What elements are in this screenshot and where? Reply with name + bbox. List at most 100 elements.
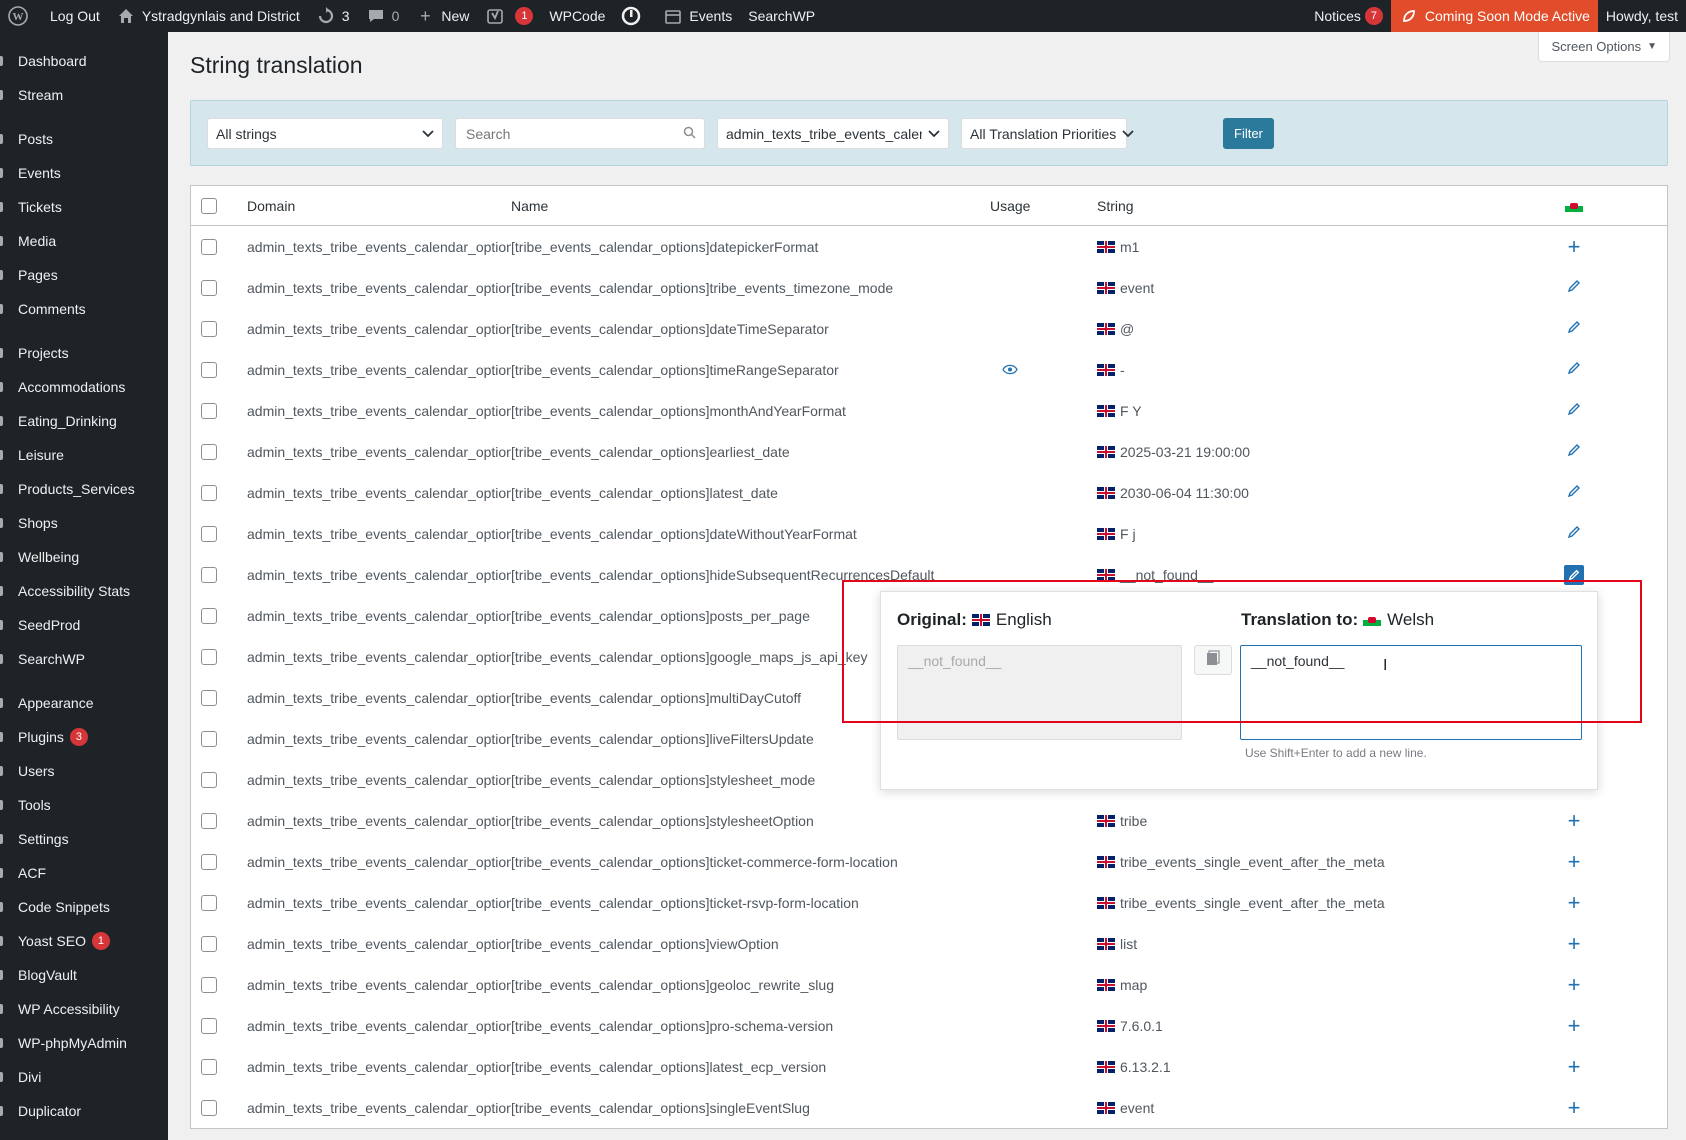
domain-filter-select[interactable]: admin_texts_tribe_events_calendar_ — [717, 118, 949, 149]
edit-translation-icon[interactable] — [1567, 320, 1581, 338]
site-name-link[interactable]: Ystradgynlais and District — [108, 0, 308, 32]
sidebar-item-events[interactable]: Events — [0, 156, 168, 190]
wpcode-link[interactable]: WPCode — [541, 0, 613, 32]
row-checkbox[interactable] — [201, 730, 217, 747]
searchwp-link[interactable]: SearchWP — [740, 0, 823, 32]
edit-translation-icon[interactable] — [1567, 279, 1581, 297]
row-checkbox[interactable] — [201, 443, 217, 460]
row-checkbox[interactable] — [201, 935, 217, 952]
sidebar-item-tools[interactable]: Tools — [0, 788, 168, 822]
edit-translation-icon[interactable] — [1567, 402, 1581, 420]
comments-link[interactable]: 0 — [358, 0, 408, 32]
translation-text-field[interactable] — [1240, 645, 1582, 740]
sidebar-item-wp-phpmyadmin[interactable]: WP-phpMyAdmin — [0, 1026, 168, 1060]
add-translation-icon[interactable]: + — [1568, 891, 1581, 914]
row-checkbox[interactable] — [201, 238, 217, 255]
sidebar-item-dashboard[interactable]: Dashboard — [0, 44, 168, 78]
sidebar-item-duplicator[interactable]: Duplicator — [0, 1094, 168, 1128]
sidebar-item-seedprod[interactable]: SeedProd — [0, 608, 168, 642]
yoast-menu[interactable]: 1 — [477, 0, 541, 32]
edit-translation-icon[interactable] — [1567, 484, 1581, 502]
row-checkbox[interactable] — [201, 1099, 217, 1116]
row-checkbox[interactable] — [201, 1058, 217, 1075]
howdy-account-menu[interactable]: Howdy, test — [1598, 0, 1686, 32]
add-translation-icon[interactable]: + — [1568, 1014, 1581, 1037]
sidebar-item-pages[interactable]: Pages — [0, 258, 168, 292]
row-checkbox[interactable] — [201, 894, 217, 911]
events-link[interactable]: Events — [655, 0, 740, 32]
row-checkbox[interactable] — [201, 771, 217, 788]
add-translation-icon[interactable]: + — [1568, 809, 1581, 832]
priority-filter-select[interactable]: All Translation Priorities — [961, 118, 1134, 149]
add-translation-icon[interactable]: + — [1568, 973, 1581, 996]
add-translation-icon[interactable]: + — [1568, 235, 1581, 258]
sidebar-item-tickets[interactable]: Tickets — [0, 190, 168, 224]
sidebar-item-acf[interactable]: ACF — [0, 856, 168, 890]
select-all-checkbox[interactable] — [201, 197, 217, 214]
row-checkbox[interactable] — [201, 402, 217, 419]
row-checkbox[interactable] — [201, 320, 217, 337]
row-checkbox[interactable] — [201, 484, 217, 501]
sidebar-item-leisure[interactable]: Leisure — [0, 438, 168, 472]
row-checkbox[interactable] — [201, 1017, 217, 1034]
edit-translation-icon[interactable] — [1564, 564, 1584, 585]
column-header-domain[interactable]: Domain — [227, 198, 511, 214]
row-checkbox[interactable] — [201, 279, 217, 296]
row-checkbox[interactable] — [201, 361, 217, 378]
sidebar-item-searchwp[interactable]: SearchWP — [0, 642, 168, 676]
row-checkbox[interactable] — [201, 648, 217, 665]
welsh-flag-icon — [1565, 199, 1583, 212]
row-checkbox[interactable] — [201, 812, 217, 829]
search-input[interactable] — [464, 124, 683, 143]
sidebar-item-code-snippets[interactable]: Code Snippets — [0, 890, 168, 924]
sidebar-item-appearance[interactable]: Appearance — [0, 686, 168, 720]
sidebar-item-settings[interactable]: Settings — [0, 822, 168, 856]
sidebar-item-blogvault[interactable]: BlogVault — [0, 958, 168, 992]
sidebar-item-media[interactable]: Media — [0, 224, 168, 258]
updates-link[interactable]: 3 — [308, 0, 358, 32]
query-monitor-button[interactable] — [613, 0, 655, 32]
add-translation-icon[interactable]: + — [1568, 932, 1581, 955]
new-content-link[interactable]: + New — [407, 0, 477, 32]
sidebar-item-wp-accessibility[interactable]: WP Accessibility — [0, 992, 168, 1026]
sidebar-item-shops[interactable]: Shops — [0, 506, 168, 540]
wp-logo-button[interactable]: W — [0, 0, 42, 32]
translation-label: Translation to: — [1241, 610, 1359, 629]
sidebar-item-stream[interactable]: Stream — [0, 78, 168, 112]
row-checkbox[interactable] — [201, 689, 217, 706]
sidebar-item-accessibility-stats[interactable]: Accessibility Stats — [0, 574, 168, 608]
add-translation-icon[interactable]: + — [1568, 1055, 1581, 1078]
sidebar-item-accommodations[interactable]: Accommodations — [0, 370, 168, 404]
coming-soon-indicator[interactable]: Coming Soon Mode Active — [1390, 0, 1598, 32]
copy-original-button[interactable] — [1194, 645, 1232, 675]
sidebar-item-wellbeing[interactable]: Wellbeing — [0, 540, 168, 574]
sidebar-item-comments[interactable]: Comments — [0, 292, 168, 326]
edit-translation-icon[interactable] — [1567, 443, 1581, 461]
sidebar-item-projects[interactable]: Projects — [0, 336, 168, 370]
notices-link[interactable]: Notices 7 — [1306, 0, 1391, 32]
sidebar-item-products-services[interactable]: Products_Services — [0, 472, 168, 506]
add-translation-icon[interactable]: + — [1568, 1096, 1581, 1119]
column-header-name[interactable]: Name — [511, 198, 990, 214]
edit-translation-icon[interactable] — [1567, 525, 1581, 543]
screen-options-button[interactable]: Screen Options ▼ — [1538, 32, 1670, 62]
sidebar-item-divi[interactable]: Divi — [0, 1060, 168, 1094]
sidebar-item-eating-drinking[interactable]: Eating_Drinking — [0, 404, 168, 438]
string-cell: tribe — [1095, 813, 1544, 829]
row-checkbox[interactable] — [201, 525, 217, 542]
sidebar-item-users[interactable]: Users — [0, 754, 168, 788]
row-checkbox[interactable] — [201, 853, 217, 870]
sidebar-item-yoast-seo[interactable]: Yoast SEO 1 — [0, 924, 168, 958]
column-header-string[interactable]: String — [1095, 198, 1544, 214]
row-checkbox[interactable] — [201, 566, 217, 583]
add-translation-icon[interactable]: + — [1568, 850, 1581, 873]
row-checkbox[interactable] — [201, 607, 217, 624]
row-checkbox[interactable] — [201, 976, 217, 993]
logout-link[interactable]: Log Out — [42, 0, 108, 32]
strings-filter-select[interactable]: All strings — [207, 118, 443, 149]
sidebar-item-plugins[interactable]: Plugins 3 — [0, 720, 168, 754]
filter-button[interactable]: Filter — [1223, 118, 1274, 149]
eye-icon[interactable] — [1002, 362, 1018, 378]
edit-translation-icon[interactable] — [1567, 361, 1581, 379]
sidebar-item-posts[interactable]: Posts — [0, 122, 168, 156]
